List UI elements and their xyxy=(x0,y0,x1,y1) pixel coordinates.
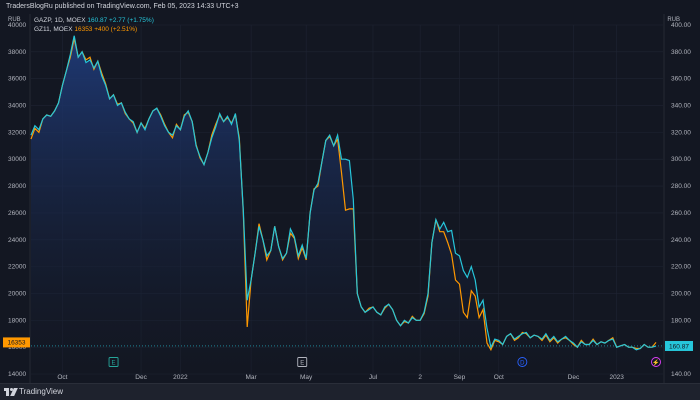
event-marker[interactable]: E xyxy=(108,357,119,367)
x-tick-label: 2023 xyxy=(609,374,624,381)
tradingview-logo-icon xyxy=(4,387,18,396)
right-price-tag-text: 160.87 xyxy=(669,343,689,350)
left-tick-label: 22000 xyxy=(8,264,26,271)
right-axis-unit: RUB xyxy=(667,17,680,23)
event-marker-letter: E xyxy=(112,360,116,366)
x-tick-label: 2022 xyxy=(173,374,188,381)
event-marker-letter: D xyxy=(520,360,525,366)
x-tick-label: Oct xyxy=(57,374,67,381)
legend-gz11[interactable]: GZ11, MOEX 16353 +400 (+2.51%) xyxy=(34,26,137,33)
right-tick-label: 320.00 xyxy=(671,129,691,136)
event-marker[interactable]: E xyxy=(297,357,308,367)
right-tick-label: 200.00 xyxy=(671,290,691,297)
left-tick-label: 24000 xyxy=(8,237,26,244)
left-tick-label: 28000 xyxy=(8,183,26,190)
right-tick-label: 360.00 xyxy=(671,76,691,83)
left-tick-label: 18000 xyxy=(8,317,26,324)
left-tick-label: 30000 xyxy=(8,156,26,163)
right-tick-label: 340.00 xyxy=(671,103,691,110)
price-chart[interactable]: 1400016000180002000022000240002600028000… xyxy=(0,0,700,400)
event-marker-letter: ⚡ xyxy=(652,358,659,366)
right-tick-label: 240.00 xyxy=(671,237,691,244)
right-price-tag: 160.87 xyxy=(665,340,693,351)
time-axis[interactable]: Oct Dec 2022 Mar May Jul 2 Sep Oct Dec 2023 xyxy=(57,374,624,381)
x-tick-label: 2 xyxy=(418,374,422,381)
left-price-tag-text: 16353 xyxy=(7,340,25,347)
left-tick-label: 26000 xyxy=(8,210,26,217)
right-tick-label: 260.00 xyxy=(671,210,691,217)
right-price-axis[interactable]: 140.00160.00180.00200.00220.00240.00260.… xyxy=(671,22,691,378)
legend-gazp[interactable]: GAZP, 1D, MOEX 160.87 +2.77 (+1.75%) xyxy=(34,17,154,24)
x-tick-label: Dec xyxy=(135,374,147,381)
left-tick-label: 14000 xyxy=(8,371,26,378)
gazp-area-fill xyxy=(31,35,656,374)
x-tick-label: Jul xyxy=(369,374,378,381)
right-tick-label: 180.00 xyxy=(671,317,691,324)
x-tick-label: Oct xyxy=(494,374,504,381)
legend-gz11-value: 16353 +400 (+2.51%) xyxy=(74,26,138,33)
left-tick-label: 34000 xyxy=(8,103,26,110)
legend-gz11-symbol: GZ11, MOEX xyxy=(34,26,73,33)
x-tick-label: Mar xyxy=(246,374,258,381)
left-tick-label: 32000 xyxy=(8,129,26,136)
left-axis-unit: RUB xyxy=(8,17,21,23)
right-tick-label: 400.00 xyxy=(671,22,691,29)
x-tick-label: Dec xyxy=(568,374,580,381)
right-tick-label: 280.00 xyxy=(671,183,691,190)
legend-gazp-value: 160.87 +2.77 (+1.75%) xyxy=(87,17,154,24)
x-tick-label: Sep xyxy=(454,374,466,381)
legend-gazp-symbol: GAZP, 1D, MOEX xyxy=(34,17,86,24)
x-tick-label: May xyxy=(300,374,313,381)
publisher-credit: TradersBlogRu published on TradingView.c… xyxy=(6,3,239,10)
right-tick-label: 300.00 xyxy=(671,156,691,163)
left-tick-label: 36000 xyxy=(8,76,26,83)
event-marker[interactable]: D xyxy=(517,357,528,367)
left-tick-label: 20000 xyxy=(8,290,26,297)
right-tick-label: 140.00 xyxy=(671,371,691,378)
event-marker[interactable]: ⚡ xyxy=(651,357,661,367)
footer-bar: TradingView xyxy=(0,383,700,400)
left-tick-label: 40000 xyxy=(8,22,26,29)
event-marker-letter: E xyxy=(300,360,304,366)
tradingview-logo[interactable]: TradingView xyxy=(4,387,63,396)
left-tick-label: 38000 xyxy=(8,49,26,56)
left-price-axis[interactable]: 1400016000180002000022000240002600028000… xyxy=(8,22,26,378)
right-tick-label: 380.00 xyxy=(671,49,691,56)
left-price-tag: 16353 xyxy=(3,337,30,348)
right-tick-label: 220.00 xyxy=(671,264,691,271)
tradingview-brand: TradingView xyxy=(19,387,64,396)
